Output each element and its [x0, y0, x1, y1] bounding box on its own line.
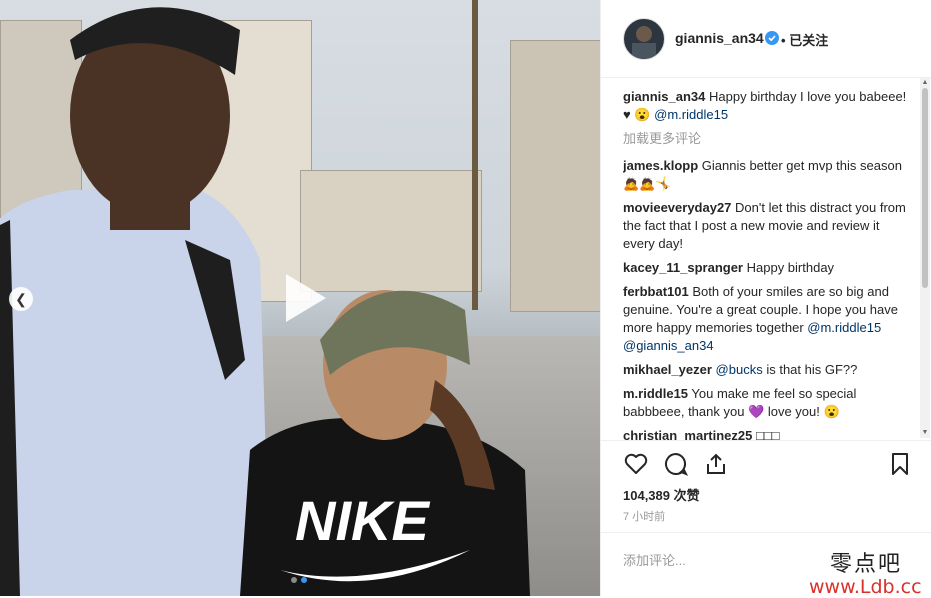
post-timestamp[interactable]: 7 小时前: [623, 508, 665, 524]
comment-item: movieeveryday27 Don't let this distract …: [623, 199, 911, 253]
scrollbar-thumb[interactable]: [922, 88, 928, 288]
carousel-dot: [291, 577, 297, 583]
watermark-title: 零点吧: [830, 552, 903, 577]
comment-text: □□□: [755, 428, 780, 440]
comment-item: james.klopp Giannis better get mvp this …: [623, 157, 911, 193]
comment-item: giannis_an34 Happy birthday I love you b…: [623, 88, 911, 124]
comment-author[interactable]: m.riddle15: [623, 386, 688, 401]
comment-input[interactable]: 添加评论...: [623, 550, 686, 569]
comment-scrollbar[interactable]: ▲ ▼: [920, 78, 930, 438]
post-sidebar: giannis_an34 • 已关注 giannis_an34 Happy bi…: [600, 0, 931, 598]
comment-text: is that his GF??: [766, 362, 858, 377]
man-figure: [0, 7, 270, 596]
carousel-indicator: [291, 577, 307, 583]
play-icon[interactable]: [270, 266, 334, 330]
comment-author[interactable]: giannis_an34: [623, 89, 705, 104]
share-icon[interactable]: [703, 451, 729, 477]
comment-item: ferbbat101 Both of your smiles are so bi…: [623, 283, 911, 355]
bookmark-icon[interactable]: [887, 451, 913, 477]
scroll-down-icon[interactable]: ▼: [920, 428, 930, 438]
load-more-comments[interactable]: 加载更多评论: [623, 130, 911, 148]
comment-author[interactable]: james.klopp: [623, 158, 698, 173]
comment-item: mikhael_yezer @bucks is that his GF??: [623, 361, 911, 379]
follow-status[interactable]: • 已关注: [781, 30, 828, 49]
heart-icon[interactable]: [623, 451, 649, 477]
comment-author[interactable]: kacey_11_spranger: [623, 260, 743, 275]
action-bar: [601, 440, 931, 487]
follow-status-label: 已关注: [789, 33, 829, 48]
like-count[interactable]: 104,389 次赞: [623, 485, 700, 504]
separator: •: [781, 33, 786, 48]
add-comment-bar: 添加评论... 零点吧 www.Ldb.cc: [601, 532, 931, 598]
carousel-dot-active: [301, 577, 307, 583]
comment-author[interactable]: ferbbat101: [623, 284, 689, 299]
comment-author[interactable]: mikhael_yezer: [623, 362, 712, 377]
watermark-url: www.Ldb.cc: [809, 576, 922, 598]
comment-icon[interactable]: [663, 451, 689, 477]
comment-text: Happy birthday: [746, 260, 835, 275]
username-link[interactable]: giannis_an34: [675, 30, 764, 46]
post-media[interactable]: NIKE ❮: [0, 0, 600, 596]
comment-mention[interactable]: @bucks: [716, 362, 763, 377]
flagpole: [472, 0, 478, 310]
comment-mention[interactable]: @m.riddle15: [654, 107, 728, 122]
scroll-up-icon[interactable]: ▲: [920, 78, 930, 88]
post-header: giannis_an34 • 已关注: [601, 0, 931, 78]
comment-author[interactable]: christian_martinez25: [623, 428, 752, 440]
comment-item: christian_martinez25 □□□: [623, 427, 911, 440]
verified-icon: [765, 31, 779, 45]
avatar[interactable]: [623, 18, 665, 60]
comment-item: kacey_11_spranger Happy birthday: [623, 259, 911, 277]
svg-text:NIKE: NIKE: [295, 489, 430, 552]
chevron-left-icon[interactable]: ❮: [9, 287, 33, 311]
comment-list[interactable]: giannis_an34 Happy birthday I love you b…: [623, 88, 911, 440]
comment-author[interactable]: movieeveryday27: [623, 200, 731, 215]
comment-item: m.riddle15 You make me feel so special b…: [623, 385, 911, 421]
